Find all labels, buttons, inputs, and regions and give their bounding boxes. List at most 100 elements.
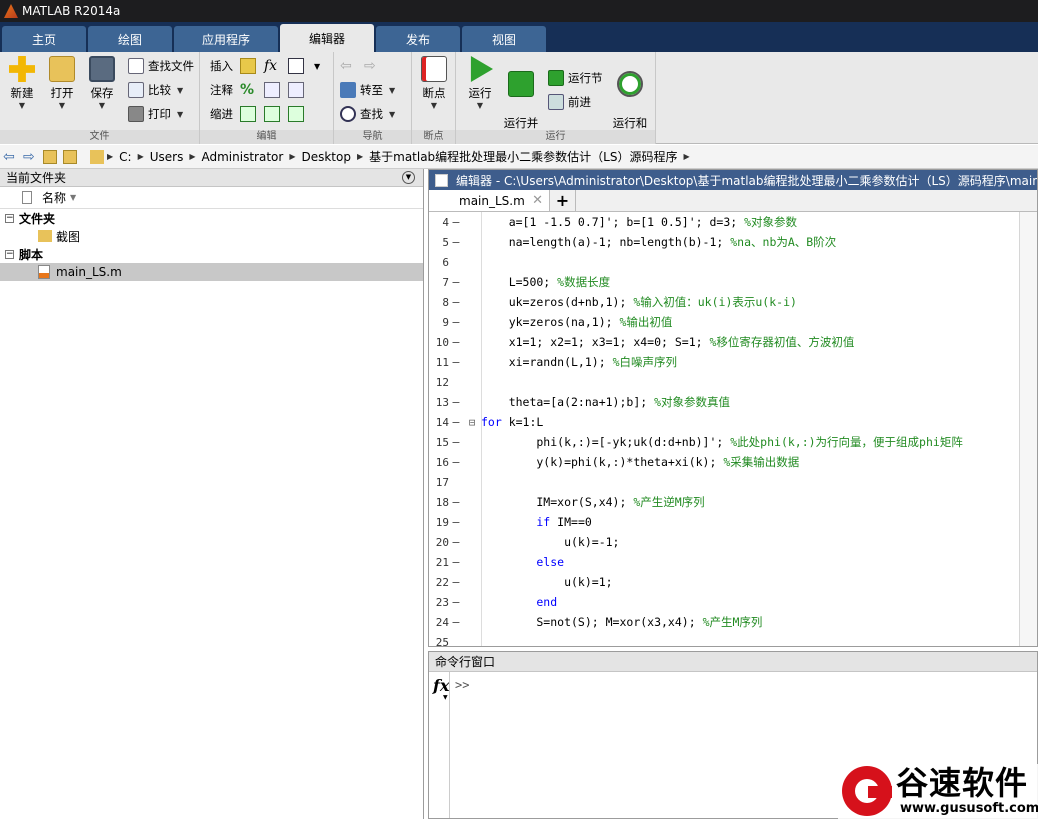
crumb-desktop[interactable]: Desktop [301,150,351,164]
crumb-drive[interactable]: C: [119,150,131,164]
tab-apps[interactable]: 应用程序 [174,26,278,52]
goto-button[interactable]: 转至 ▼ [340,80,395,100]
insert-dropdown-icon[interactable]: ▼ [314,56,320,76]
breakpoint-marker[interactable]: – [449,495,463,509]
code-line[interactable]: 4– a=[1 -1.5 0.7]'; b=[1 0.5]'; d=3; %对象… [429,212,1019,232]
list-item-main-ls-script[interactable]: main_LS.m [0,263,423,281]
code-line[interactable]: 15– phi(k,:)=[-yk;uk(d:d+nb)]'; %此处phi(k… [429,432,1019,452]
comment-percent-icon[interactable]: % [240,80,254,100]
panel-actions-icon[interactable]: ▼ [402,171,415,184]
advance-button[interactable]: 前进 [548,92,591,112]
breakpoint-marker[interactable]: – [449,295,463,309]
close-tab-icon[interactable]: ✕ [532,193,543,208]
breakpoint-marker[interactable]: – [449,555,463,569]
save-button[interactable]: 保存 ▼ [82,56,122,111]
fold-toggle-icon[interactable]: ⊟ [463,416,481,429]
find-files-button[interactable]: 查找文件 [128,56,194,76]
breakpoint-marker[interactable]: – [449,235,463,249]
group-folders[interactable]: − 文件夹 [0,209,423,227]
breakpoint-marker[interactable]: – [449,415,463,429]
editor-scrollbar[interactable] [1019,212,1037,646]
decrease-indent-icon[interactable] [288,106,304,122]
increase-indent-icon[interactable] [264,106,280,122]
name-column-header[interactable]: 名称 ▼ [0,187,423,209]
code-line[interactable]: 12 [429,372,1019,392]
editor-tab-main-ls[interactable]: main_LS.m ✕ [429,190,550,211]
code-line[interactable]: 24– S=not(S); M=xor(x3,x4); %产生M序列 [429,612,1019,632]
breakpoint-marker[interactable]: – [449,535,463,549]
code-line[interactable]: 9– yk=zeros(na,1); %输出初值 [429,312,1019,332]
file-group-label: 文件 [0,130,199,144]
forward-arrow-icon[interactable]: ⇨ [364,56,376,76]
code-line[interactable]: 22– u(k)=1; [429,572,1019,592]
tab-editor[interactable]: 编辑器 [280,24,374,52]
code-line[interactable]: 10– x1=1; x2=1; x3=1; x4=0; S=1; %移位寄存器初… [429,332,1019,352]
breakpoint-marker[interactable]: – [449,335,463,349]
run-button[interactable]: 运行 ▼ [460,56,500,111]
new-button[interactable]: 新建 ▼ [2,56,42,111]
function-browser-fx-icon[interactable]: fx [433,676,449,695]
breakpoint-marker[interactable]: – [449,355,463,369]
wrap-comments-icon[interactable] [288,82,304,98]
breakpoint-marker[interactable]: – [449,315,463,329]
breakpoint-marker[interactable]: – [449,455,463,469]
code-line[interactable]: 23– end [429,592,1019,612]
code-line[interactable]: 13– theta=[a(2:na+1);b]; %对象参数真值 [429,392,1019,412]
code-area[interactable]: 4– a=[1 -1.5 0.7]'; b=[1 0.5]'; d=3; %对象… [429,212,1019,646]
code-line[interactable]: 7– L=500; %数据长度 [429,272,1019,292]
insert-button[interactable]: 插入 [210,56,233,76]
insert-section-icon[interactable] [240,58,256,74]
tab-publish[interactable]: 发布 [376,26,460,52]
back-icon[interactable]: ⇦ [3,150,17,164]
breakpoint-marker[interactable]: – [449,615,463,629]
collapse-icon[interactable]: − [5,249,14,259]
code-line[interactable]: 18– IM=xor(S,x4); %产生逆M序列 [429,492,1019,512]
breakpoint-marker[interactable]: – [449,575,463,589]
up-folder-icon[interactable] [43,149,57,164]
breakpoints-button[interactable]: 断点 ▼ [414,56,454,111]
crumb-administrator[interactable]: Administrator [202,150,284,164]
compare-button[interactable]: 比较 ▼ [128,80,183,100]
code-line[interactable]: 21– else [429,552,1019,572]
code-line[interactable]: 14– ⊟ for k=1:L [429,412,1019,432]
code-line[interactable]: 5– na=length(a)-1; nb=length(b)-1; %na、n… [429,232,1019,252]
back-arrow-icon[interactable]: ⇦ [340,56,352,76]
insert-function-icon[interactable]: fx [264,56,277,76]
comment-button[interactable]: 注释 [210,80,233,100]
list-item-screenshots-folder[interactable]: 截图 [0,227,423,245]
breakpoint-marker[interactable]: – [449,515,463,529]
tab-home[interactable]: 主页 [2,26,86,52]
tab-plots[interactable]: 绘图 [88,26,172,52]
smart-indent-icon[interactable] [240,106,256,122]
breakpoint-marker[interactable]: – [449,395,463,409]
code-line[interactable]: 8– uk=zeros(d+nb,1); %输入初值：uk(i)表示u(k-i) [429,292,1019,312]
code-line[interactable]: 17 [429,472,1019,492]
open-button[interactable]: 打开 ▼ [42,56,82,111]
function-browser-icon[interactable] [288,58,304,74]
crumb-project-folder[interactable]: 基于matlab编程批处理最小二乘参数估计（LS）源码程序 [369,148,677,165]
code-line[interactable]: 19– if IM==0 [429,512,1019,532]
indent-button[interactable]: 缩进 [210,104,233,124]
tab-view[interactable]: 视图 [462,26,546,52]
code-line[interactable]: 11– xi=randn(L,1); %白噪声序列 [429,352,1019,372]
print-button[interactable]: 打印 ▼ [128,104,183,124]
crumb-users[interactable]: Users [150,150,184,164]
code-line[interactable]: 16– y(k)=phi(k,:)*theta+xi(k); %采集输出数据 [429,452,1019,472]
browse-folder-icon[interactable] [63,149,77,164]
code-line[interactable]: 25 [429,632,1019,647]
find-button[interactable]: 查找 ▼ [340,104,395,124]
command-window-title: 命令行窗口 [435,655,496,669]
breakpoint-marker[interactable]: – [449,215,463,229]
forward-icon[interactable]: ⇨ [23,150,37,164]
code-line[interactable]: 6 [429,252,1019,272]
fx-dropdown-icon[interactable]: ▼ [443,694,448,701]
code-line[interactable]: 20– u(k)=-1; [429,532,1019,552]
run-section-button[interactable]: 运行节 [548,68,603,88]
uncomment-icon[interactable] [264,82,280,98]
breakpoint-marker[interactable]: – [449,435,463,449]
breakpoint-marker[interactable]: – [449,595,463,609]
collapse-icon[interactable]: − [5,213,14,223]
new-tab-button[interactable]: + [550,190,576,211]
group-scripts[interactable]: − 脚本 [0,245,423,263]
breakpoint-marker[interactable]: – [449,275,463,289]
